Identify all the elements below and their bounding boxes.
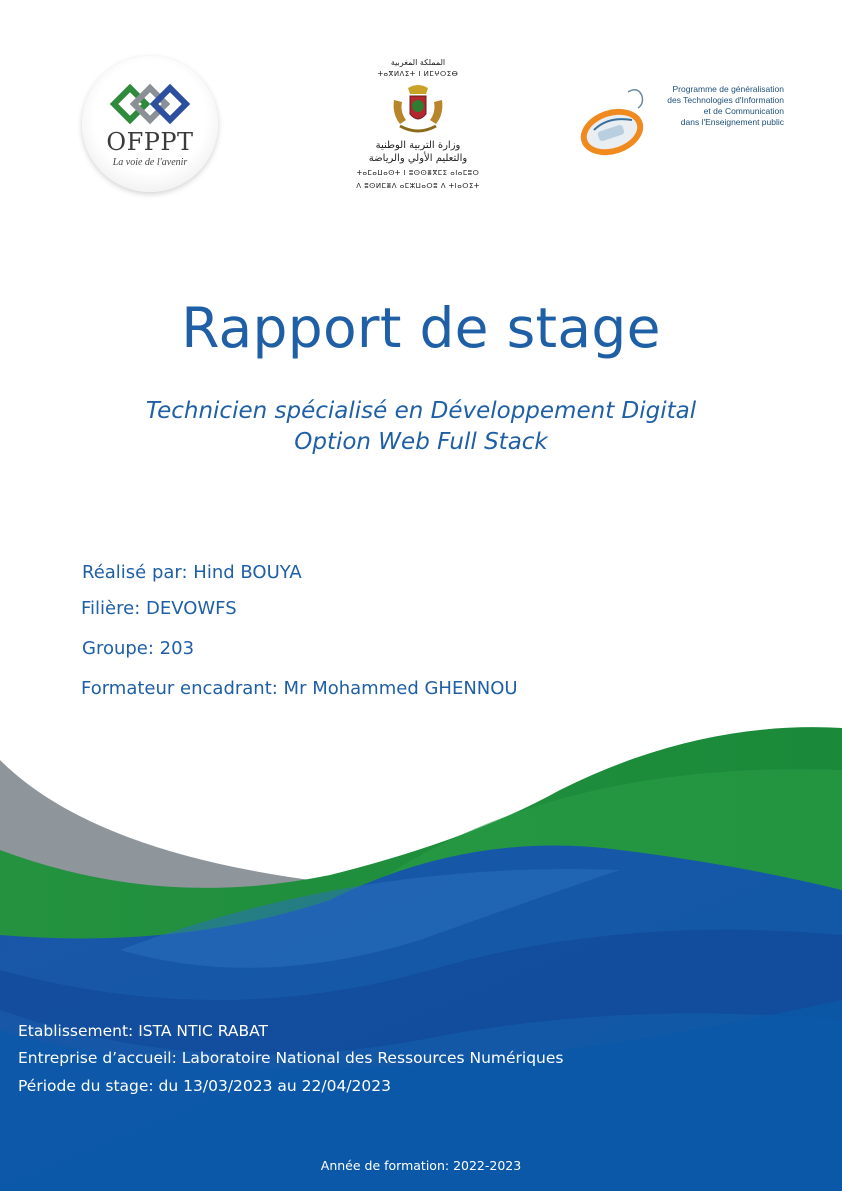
entreprise-line: Entreprise d’accueil: Laboratoire Nation… [18, 1049, 564, 1067]
genie-program-text: Programme de généralisation des Technolo… [634, 84, 784, 128]
subtitle-line2: Option Web Full Stack [294, 429, 548, 455]
genie-line2: des Technologies d'Information [667, 95, 784, 105]
periode-line: Période du stage: du 13/03/2023 au 22/04… [18, 1077, 391, 1095]
document-title: Rapport de stage [181, 296, 661, 360]
coat-of-arms-icon [393, 85, 443, 133]
ministry-tifinagh-line2: ⴷ ⵓⵙⵍⵎⴻⴷ ⴰⵎⵣⵡⴰⵔⵓ ⴷ ⵜⵏⴰⵔⵉⵜ [356, 182, 480, 190]
ofppt-name: OFPPT [106, 128, 194, 156]
ofppt-logo: OFPPT La voie de l'avenir [82, 56, 218, 192]
ministry-arabic-line2: والتعليم الأولي والرياضة [368, 153, 468, 164]
ofppt-diamonds-icon [110, 84, 190, 124]
groupe-line: Groupe: 203 [82, 638, 195, 659]
ofppt-tagline: La voie de l'avenir [112, 157, 188, 168]
ministry-arabic-line1: وزارة التربية الوطنية [375, 140, 461, 151]
ministry-arabic-top: المملكة المغربية [390, 58, 446, 67]
genie-logo: Programme de généralisation des Technolo… [578, 84, 788, 164]
genie-line1: Programme de généralisation [672, 84, 784, 94]
filiere-line: Filière: DEVOWFS [81, 598, 237, 619]
author-line: Réalisé par: Hind BOUYA [82, 562, 302, 583]
etablissement-line: Etablissement: ISTA NTIC RABAT [18, 1022, 269, 1040]
genie-line4: dans l'Enseignement public [680, 117, 784, 127]
annee-formation: Année de formation: 2022-2023 [320, 1158, 522, 1173]
ministry-logo: المملكة المغربية ⵜⴰⴳⵍⴷⵉⵜ ⵏ ⵍⵎⵖⵔⵉⴱ وزارة … [348, 56, 488, 198]
ministry-tifinagh-line1: ⵜⴰⵎⴰⵡⴰⵙⵜ ⵏ ⵓⵙⵙⴻⴳⵎⵉ ⴰⵏⴰⵎⵓⵔ [356, 169, 480, 177]
subtitle-line1: Technicien spécialisé en Développement D… [145, 398, 697, 424]
ministry-tifinagh-top: ⵜⴰⴳⵍⴷⵉⵜ ⵏ ⵍⵎⵖⵔⵉⴱ [377, 70, 459, 78]
decorative-waves [0, 727, 842, 1191]
genie-line3: et de Communication [703, 106, 784, 116]
formateur-line: Formateur encadrant: Mr Mohammed GHENNOU [81, 678, 518, 699]
